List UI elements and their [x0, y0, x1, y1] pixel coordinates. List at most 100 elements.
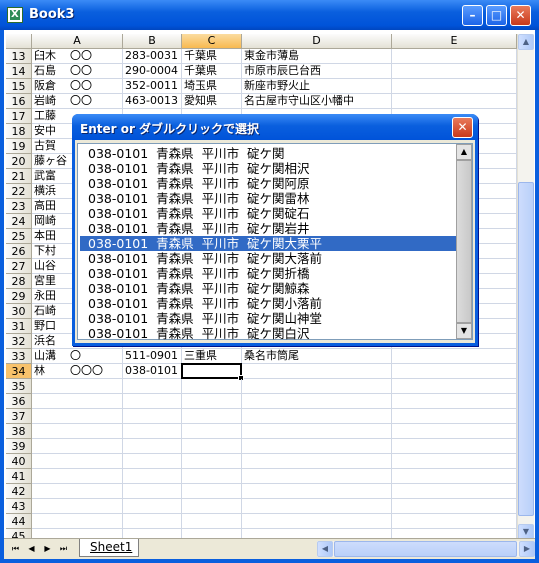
cell-d14[interactable]: 市原市辰巳台西 — [242, 64, 392, 79]
title-bar[interactable]: X Book3 – □ ✕ — [0, 0, 539, 30]
cell-d34[interactable] — [242, 364, 392, 379]
row-header[interactable]: 17 — [6, 109, 32, 124]
cell-b34[interactable]: 038-0101 — [123, 364, 182, 379]
cell-d33[interactable]: 桑名市筒尾 — [242, 349, 392, 364]
cell-e42[interactable] — [392, 484, 517, 499]
row-header[interactable]: 36 — [6, 394, 32, 409]
list-item[interactable]: 038-0101 青森県 平川市 碇ケ関鯨森 — [80, 281, 456, 296]
cell-e16[interactable] — [392, 94, 517, 109]
cell-b40[interactable] — [123, 454, 182, 469]
cell-b13[interactable]: 283-0031 — [123, 49, 182, 64]
row-header[interactable]: 38 — [6, 424, 32, 439]
cell-b44[interactable] — [123, 514, 182, 529]
cell-e41[interactable] — [392, 469, 517, 484]
list-item[interactable]: 038-0101 青森県 平川市 碇ケ関白沢 — [80, 326, 456, 341]
row-header[interactable]: 22 — [6, 184, 32, 199]
cell-a14[interactable]: 石島 〇〇 — [32, 64, 123, 79]
list-item[interactable]: 038-0101 青森県 平川市 碇ケ関山神堂 — [80, 311, 456, 326]
row-header[interactable]: 13 — [6, 49, 32, 64]
horizontal-scrollbar[interactable]: ◀ ▶ — [317, 541, 535, 557]
cell-e13[interactable] — [392, 49, 517, 64]
cell-b38[interactable] — [123, 424, 182, 439]
cell-c16[interactable]: 愛知県 — [182, 94, 242, 109]
vertical-scroll-thumb[interactable] — [518, 182, 534, 516]
cell-a38[interactable] — [32, 424, 123, 439]
sheet-tab-sheet1[interactable]: Sheet1 — [79, 539, 140, 557]
first-sheet-button[interactable]: ⏮ — [10, 543, 21, 554]
cell-d38[interactable] — [242, 424, 392, 439]
cell-d16[interactable]: 名古屋市守山区小幡中 — [242, 94, 392, 109]
list-item[interactable]: 038-0101 青森県 平川市 碇ケ関大落前 — [80, 251, 456, 266]
list-item[interactable]: 038-0101 青森県 平川市 碇ケ関阿原 — [80, 176, 456, 191]
row-header[interactable]: 14 — [6, 64, 32, 79]
vertical-scrollbar[interactable]: ▲ ▼ — [517, 34, 534, 540]
cell-c33[interactable]: 三重県 — [182, 349, 242, 364]
cell-a39[interactable] — [32, 439, 123, 454]
cell-e35[interactable] — [392, 379, 517, 394]
row-header[interactable]: 43 — [6, 499, 32, 514]
cell-e39[interactable] — [392, 439, 517, 454]
listbox-scroll-down-button[interactable]: ▼ — [456, 323, 472, 339]
listbox-scroll-thumb[interactable] — [456, 160, 472, 323]
select-all-corner[interactable] — [6, 34, 32, 49]
column-header-a[interactable]: A — [32, 34, 123, 49]
list-item[interactable]: 038-0101 青森県 平川市 碇ケ関折橋 — [80, 266, 456, 281]
cell-d15[interactable]: 新座市野火止 — [242, 79, 392, 94]
cell-c41[interactable] — [182, 469, 242, 484]
row-header[interactable]: 37 — [6, 409, 32, 424]
listbox-scroll-up-button[interactable]: ▲ — [456, 144, 472, 160]
cell-a41[interactable] — [32, 469, 123, 484]
cell-c37[interactable] — [182, 409, 242, 424]
cell-a16[interactable]: 岩崎 〇〇 — [32, 94, 123, 109]
cell-a43[interactable] — [32, 499, 123, 514]
scroll-right-button[interactable]: ▶ — [519, 541, 535, 557]
cell-d43[interactable] — [242, 499, 392, 514]
cell-a13[interactable]: 臼木 〇〇 — [32, 49, 123, 64]
cell-e33[interactable] — [392, 349, 517, 364]
column-header-d[interactable]: D — [242, 34, 392, 49]
row-header[interactable]: 19 — [6, 139, 32, 154]
cell-a40[interactable] — [32, 454, 123, 469]
cell-a35[interactable] — [32, 379, 123, 394]
row-header[interactable]: 44 — [6, 514, 32, 529]
dialog-title-bar[interactable]: Enter or ダブルクリックで選択 ✕ — [72, 114, 478, 140]
row-header[interactable]: 33 — [6, 349, 32, 364]
cell-d41[interactable] — [242, 469, 392, 484]
close-button[interactable]: ✕ — [510, 5, 531, 26]
row-header[interactable]: 26 — [6, 244, 32, 259]
cell-c14[interactable]: 千葉県 — [182, 64, 242, 79]
cell-b15[interactable]: 352-0011 — [123, 79, 182, 94]
row-header[interactable]: 28 — [6, 274, 32, 289]
cell-d42[interactable] — [242, 484, 392, 499]
cell-d37[interactable] — [242, 409, 392, 424]
row-header[interactable]: 32 — [6, 334, 32, 349]
prev-sheet-button[interactable]: ◀ — [26, 543, 37, 554]
cell-c42[interactable] — [182, 484, 242, 499]
row-header[interactable]: 23 — [6, 199, 32, 214]
list-item[interactable]: 038-0101 青森県 平川市 碇ケ関雷林 — [80, 191, 456, 206]
row-header[interactable]: 41 — [6, 469, 32, 484]
excel-app-icon[interactable]: X — [7, 7, 23, 23]
cell-e40[interactable] — [392, 454, 517, 469]
cell-d35[interactable] — [242, 379, 392, 394]
last-sheet-button[interactable]: ⏭ — [58, 543, 69, 554]
cell-c38[interactable] — [182, 424, 242, 439]
cell-e34[interactable] — [392, 364, 517, 379]
cell-a37[interactable] — [32, 409, 123, 424]
address-listbox[interactable]: 038-0101 青森県 平川市 碇ケ関 038-0101 青森県 平川市 碇ケ関… — [77, 143, 473, 341]
cell-b37[interactable] — [123, 409, 182, 424]
dialog-close-button[interactable]: ✕ — [452, 117, 473, 138]
row-header[interactable]: 39 — [6, 439, 32, 454]
cell-b14[interactable]: 290-0004 — [123, 64, 182, 79]
row-header[interactable]: 25 — [6, 229, 32, 244]
cell-b43[interactable] — [123, 499, 182, 514]
cell-d39[interactable] — [242, 439, 392, 454]
cell-a36[interactable] — [32, 394, 123, 409]
cell-d44[interactable] — [242, 514, 392, 529]
cell-e15[interactable] — [392, 79, 517, 94]
row-header[interactable]: 29 — [6, 289, 32, 304]
cell-c15[interactable]: 埼玉県 — [182, 79, 242, 94]
list-item[interactable]: 038-0101 青森県 平川市 碇ケ関小落前 — [80, 296, 456, 311]
list-item[interactable]: 038-0101 青森県 平川市 碇ケ関 — [80, 146, 456, 161]
cell-c43[interactable] — [182, 499, 242, 514]
